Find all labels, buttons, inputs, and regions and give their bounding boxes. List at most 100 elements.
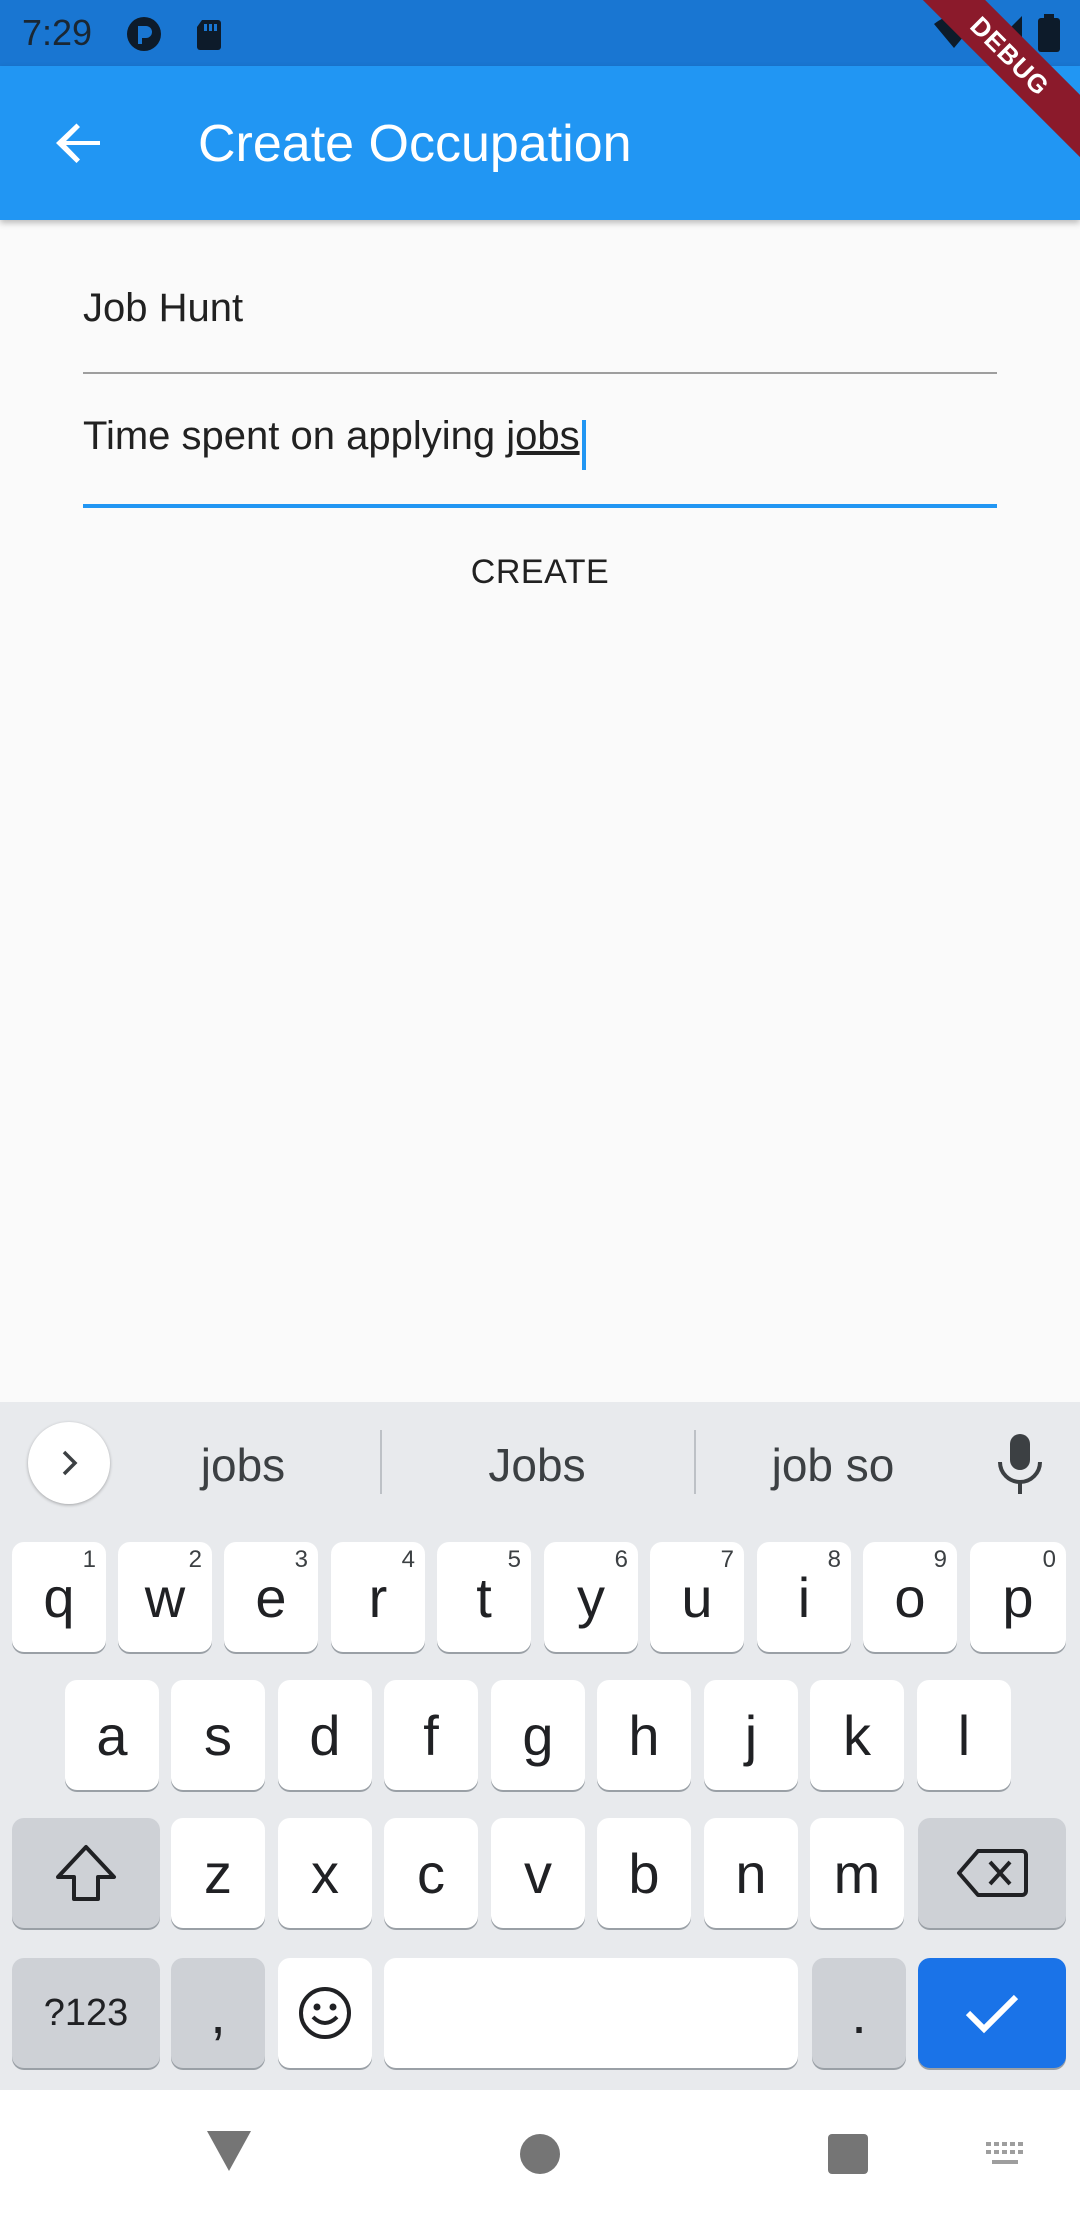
key-label: , bbox=[210, 1981, 226, 2045]
shift-key[interactable] bbox=[12, 1818, 160, 1928]
key-hint: 1 bbox=[82, 1546, 96, 1573]
key-z[interactable]: z bbox=[171, 1818, 265, 1928]
key-hint: 5 bbox=[507, 1546, 521, 1573]
key-label: l bbox=[957, 1703, 971, 1767]
key-label: ?123 bbox=[43, 1991, 129, 2034]
page-title: Create Occupation bbox=[198, 115, 632, 173]
key-label: y bbox=[577, 1565, 605, 1629]
system-nav-bar bbox=[0, 2090, 1080, 2220]
suggestion-1[interactable]: jobs bbox=[118, 1438, 368, 1492]
key-label: k bbox=[843, 1703, 871, 1767]
key-hint: 9 bbox=[933, 1546, 947, 1573]
key-p[interactable]: p0 bbox=[970, 1542, 1066, 1652]
symbols-key[interactable]: ?123 bbox=[12, 1958, 160, 2068]
key-hint: 0 bbox=[1042, 1546, 1056, 1573]
key-label: e bbox=[255, 1565, 287, 1629]
backspace-icon bbox=[957, 1849, 1028, 1897]
occupation-description-field[interactable]: Time spent on applying jobs bbox=[83, 408, 997, 508]
key-label: a bbox=[96, 1703, 128, 1767]
key-g[interactable]: g bbox=[491, 1680, 585, 1790]
key-label: m bbox=[833, 1841, 881, 1905]
occupation-name-value: Job Hunt bbox=[83, 286, 244, 330]
keyboard-switch-icon[interactable] bbox=[984, 2140, 1028, 2170]
backspace-key[interactable] bbox=[918, 1818, 1066, 1928]
suggestions-expand-button[interactable] bbox=[28, 1422, 110, 1504]
key-label: v bbox=[524, 1841, 552, 1905]
key-label: g bbox=[522, 1703, 554, 1767]
key-hint: 6 bbox=[614, 1546, 628, 1573]
key-label: b bbox=[628, 1841, 660, 1905]
suggestion-divider bbox=[380, 1430, 382, 1494]
key-hint: 3 bbox=[294, 1546, 308, 1573]
suggestion-3[interactable]: job so bbox=[708, 1438, 958, 1492]
key-u[interactable]: u7 bbox=[650, 1542, 744, 1652]
key-label: p bbox=[1002, 1565, 1034, 1629]
checkmark-icon bbox=[965, 1994, 1019, 2034]
key-y[interactable]: y6 bbox=[544, 1542, 638, 1652]
key-x[interactable]: x bbox=[278, 1818, 372, 1928]
status-time: 7:29 bbox=[22, 12, 93, 53]
key-label: t bbox=[476, 1565, 492, 1629]
key-label: z bbox=[204, 1841, 232, 1905]
key-t[interactable]: t5 bbox=[437, 1542, 531, 1652]
debug-banner: DEBUG bbox=[910, 0, 1080, 160]
key-label: q bbox=[43, 1565, 75, 1629]
suggestion-2[interactable]: Jobs bbox=[412, 1438, 662, 1492]
nav-recents-icon[interactable] bbox=[826, 2132, 870, 2176]
key-label: o bbox=[894, 1565, 926, 1629]
key-i[interactable]: i8 bbox=[757, 1542, 851, 1652]
key-n[interactable]: n bbox=[704, 1818, 798, 1928]
key-j[interactable]: j bbox=[704, 1680, 798, 1790]
key-h[interactable]: h bbox=[597, 1680, 691, 1790]
key-label: n bbox=[735, 1841, 767, 1905]
key-k[interactable]: k bbox=[810, 1680, 904, 1790]
key-r[interactable]: r4 bbox=[331, 1542, 425, 1652]
key-w[interactable]: w2 bbox=[118, 1542, 212, 1652]
key-label: r bbox=[368, 1565, 388, 1629]
key-m[interactable]: m bbox=[810, 1818, 904, 1928]
key-f[interactable]: f bbox=[384, 1680, 478, 1790]
nav-back-icon[interactable] bbox=[204, 2128, 254, 2174]
suggestion-divider bbox=[694, 1430, 696, 1494]
key-o[interactable]: o9 bbox=[863, 1542, 957, 1652]
period-key[interactable]: . bbox=[812, 1958, 906, 2068]
suggestion-strip: jobs Jobs job so bbox=[0, 1402, 1080, 1522]
microphone-icon[interactable] bbox=[990, 1432, 1050, 1496]
back-button[interactable] bbox=[40, 103, 120, 183]
chevron-right-icon bbox=[62, 1450, 78, 1476]
key-label: . bbox=[851, 1981, 867, 2045]
description-composing-word: jobs bbox=[506, 414, 580, 458]
key-label: u bbox=[681, 1565, 713, 1629]
key-d[interactable]: d bbox=[278, 1680, 372, 1790]
emoji-icon bbox=[299, 1987, 351, 2039]
key-label: j bbox=[744, 1703, 758, 1767]
key-hint: 8 bbox=[827, 1546, 841, 1573]
key-label: c bbox=[417, 1841, 445, 1905]
create-button[interactable]: CREATE bbox=[420, 544, 660, 600]
key-e[interactable]: e3 bbox=[224, 1542, 318, 1652]
key-label: f bbox=[423, 1703, 439, 1767]
key-label: s bbox=[204, 1703, 232, 1767]
key-a[interactable]: a bbox=[65, 1680, 159, 1790]
key-c[interactable]: c bbox=[384, 1818, 478, 1928]
key-q[interactable]: q1 bbox=[12, 1542, 106, 1652]
key-b[interactable]: b bbox=[597, 1818, 691, 1928]
sd-card-icon bbox=[197, 20, 221, 50]
done-key[interactable] bbox=[918, 1958, 1066, 2068]
text-cursor bbox=[581, 419, 586, 470]
key-l[interactable]: l bbox=[917, 1680, 1011, 1790]
description-text: Time spent on applying bbox=[83, 414, 507, 458]
emoji-key[interactable] bbox=[278, 1958, 372, 2068]
key-hint: 4 bbox=[401, 1546, 415, 1573]
key-s[interactable]: s bbox=[171, 1680, 265, 1790]
comma-key[interactable]: , bbox=[171, 1958, 265, 2068]
key-label: h bbox=[628, 1703, 660, 1767]
arrow-back-icon bbox=[56, 123, 100, 163]
key-v[interactable]: v bbox=[491, 1818, 585, 1928]
key-label: i bbox=[797, 1565, 811, 1629]
occupation-name-field[interactable]: Job Hunt bbox=[83, 278, 997, 374]
key-label: d bbox=[309, 1703, 341, 1767]
space-key[interactable] bbox=[384, 1958, 798, 2068]
nav-home-icon[interactable] bbox=[518, 2132, 562, 2176]
shift-icon bbox=[56, 1845, 116, 1901]
